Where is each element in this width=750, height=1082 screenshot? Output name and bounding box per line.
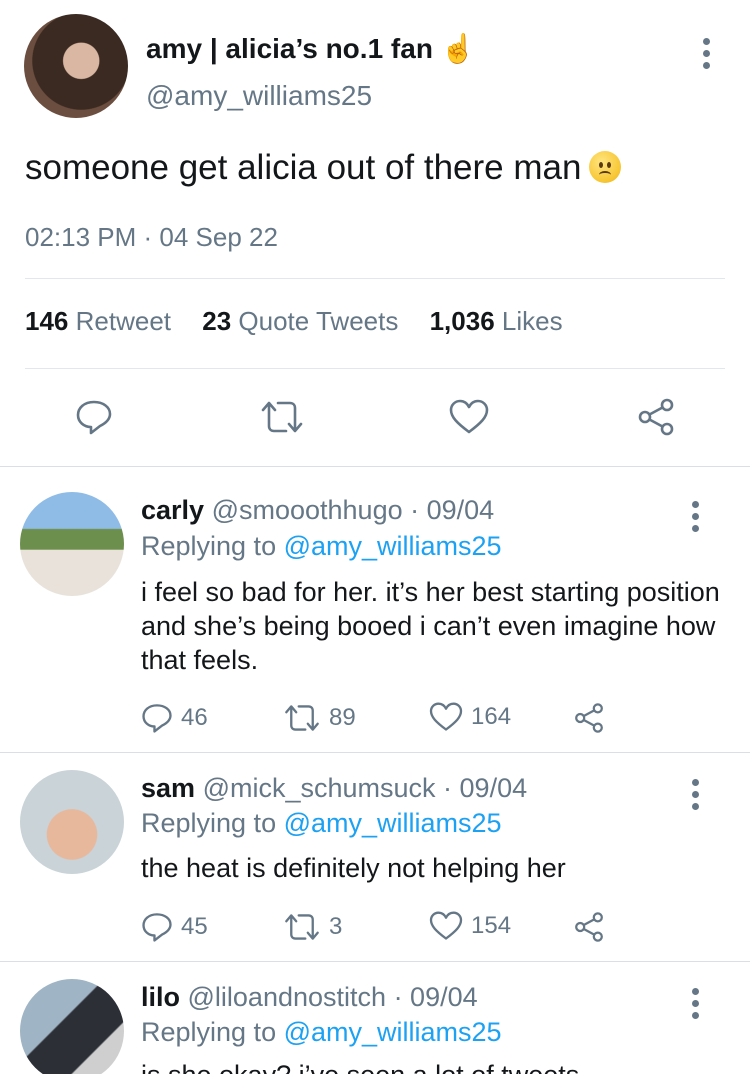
likes-count: 1,036 — [429, 306, 495, 336]
reply-date: · 09/04 — [410, 495, 495, 525]
reply-button[interactable]: 45 — [141, 911, 208, 943]
reply-count: 45 — [181, 913, 208, 940]
replying-to-label: Replying to — [141, 808, 277, 838]
reply-header: sam @mick_schumsuck · 09/04 — [141, 773, 527, 804]
tweet-text-content: someone get alicia out of there man — [25, 148, 582, 187]
replying-to-label: Replying to — [141, 531, 277, 561]
reply-author-handle[interactable]: @smooothhugo — [212, 495, 403, 525]
replying-to-label: Replying to — [141, 1017, 277, 1047]
like-icon[interactable] — [449, 399, 489, 435]
reply-icon — [142, 913, 172, 942]
retweet-icon — [285, 705, 319, 731]
share-icon — [575, 912, 603, 942]
timestamp[interactable]: 02:13 PM · 04 Sep 22 — [25, 222, 278, 253]
handle[interactable]: @amy_williams25 — [146, 80, 372, 112]
mention-link[interactable]: @amy_williams25 — [284, 1017, 502, 1047]
avatar[interactable] — [24, 14, 128, 118]
avatar[interactable] — [20, 979, 124, 1074]
sad-face-emoji-icon — [589, 151, 622, 183]
divider — [25, 368, 725, 369]
tweet-stats: 146 Retweet 23 Quote Tweets 1,036 Likes — [25, 306, 587, 337]
more-options-icon[interactable] — [692, 988, 700, 1024]
reply-text: i feel so bad for her. it’s her best sta… — [141, 577, 720, 675]
like-button[interactable]: 154 — [429, 911, 511, 941]
like-count: 164 — [471, 703, 512, 730]
retweet-count: 89 — [329, 704, 356, 731]
likes-stat[interactable]: 1,036 Likes — [430, 306, 563, 336]
retweet-button[interactable]: 89 — [283, 702, 356, 734]
quote-count: 23 — [202, 306, 232, 336]
reply-icon[interactable] — [75, 398, 113, 436]
retweet-icon[interactable] — [259, 398, 305, 436]
reply-author-handle[interactable]: @liloandnostitch — [188, 982, 387, 1012]
divider — [25, 278, 725, 279]
mention-link[interactable]: @amy_williams25 — [284, 808, 502, 838]
reply-header: lilo @liloandnostitch · 09/04 — [141, 982, 478, 1013]
reply-tweet[interactable]: carly @smooothhugo · 09/04 Replying to @… — [0, 467, 750, 752]
reply-tweet[interactable]: sam @mick_schumsuck · 09/04 Replying to … — [0, 753, 750, 961]
reply-author-name[interactable]: sam — [141, 773, 195, 803]
retweet-count: 3 — [329, 913, 343, 940]
retweet-icon — [285, 914, 319, 940]
retweet-stat[interactable]: 146 Retweet — [25, 306, 171, 336]
share-icon[interactable] — [636, 397, 676, 437]
reply-icon — [142, 704, 172, 733]
quote-tweets-stat[interactable]: 23 Quote Tweets — [202, 306, 398, 336]
display-name[interactable]: amy | alicia’s no.1 fan ☝️ — [146, 32, 476, 65]
more-options-icon[interactable] — [692, 779, 700, 815]
reply-author-handle[interactable]: @mick_schumsuck — [203, 773, 436, 803]
more-options-icon[interactable] — [703, 38, 711, 74]
share-button[interactable] — [573, 702, 605, 734]
quote-label: Quote Tweets — [238, 306, 399, 336]
retweet-count: 146 — [25, 306, 69, 336]
retweet-button[interactable]: 3 — [283, 911, 342, 943]
like-icon — [429, 702, 463, 731]
reply-text: is she okay? i’ve seen a lot of tweets — [141, 1058, 721, 1074]
like-count: 154 — [471, 912, 512, 939]
reply-author-name[interactable]: lilo — [141, 982, 180, 1012]
replying-to: Replying to @amy_williams25 — [141, 1017, 502, 1048]
like-icon — [429, 911, 463, 940]
tweet-text: someone get alicia out of there man — [25, 148, 622, 188]
avatar[interactable] — [20, 492, 124, 596]
like-button[interactable]: 164 — [429, 702, 511, 732]
reply-count: 46 — [181, 704, 208, 731]
reply-date: · 09/04 — [393, 982, 478, 1012]
retweet-label: Retweet — [75, 306, 172, 336]
reply-author-name[interactable]: carly — [141, 495, 204, 525]
reply-date: · 09/04 — [443, 773, 528, 803]
reply-button[interactable]: 46 — [141, 702, 208, 734]
likes-label: Likes — [501, 306, 563, 336]
reply-text: the heat is definitely not helping her — [141, 853, 566, 883]
reply-header: carly @smooothhugo · 09/04 — [141, 495, 494, 526]
share-icon — [575, 703, 603, 733]
main-tweet: amy | alicia’s no.1 fan ☝️ @amy_williams… — [0, 0, 750, 466]
share-button[interactable] — [573, 911, 605, 943]
replying-to: Replying to @amy_williams25 — [141, 808, 502, 839]
replying-to: Replying to @amy_williams25 — [141, 531, 502, 562]
more-options-icon[interactable] — [692, 501, 700, 537]
reply-tweet[interactable]: lilo @liloandnostitch · 09/04 Replying t… — [0, 962, 750, 1074]
avatar[interactable] — [20, 770, 124, 874]
mention-link[interactable]: @amy_williams25 — [284, 531, 502, 561]
